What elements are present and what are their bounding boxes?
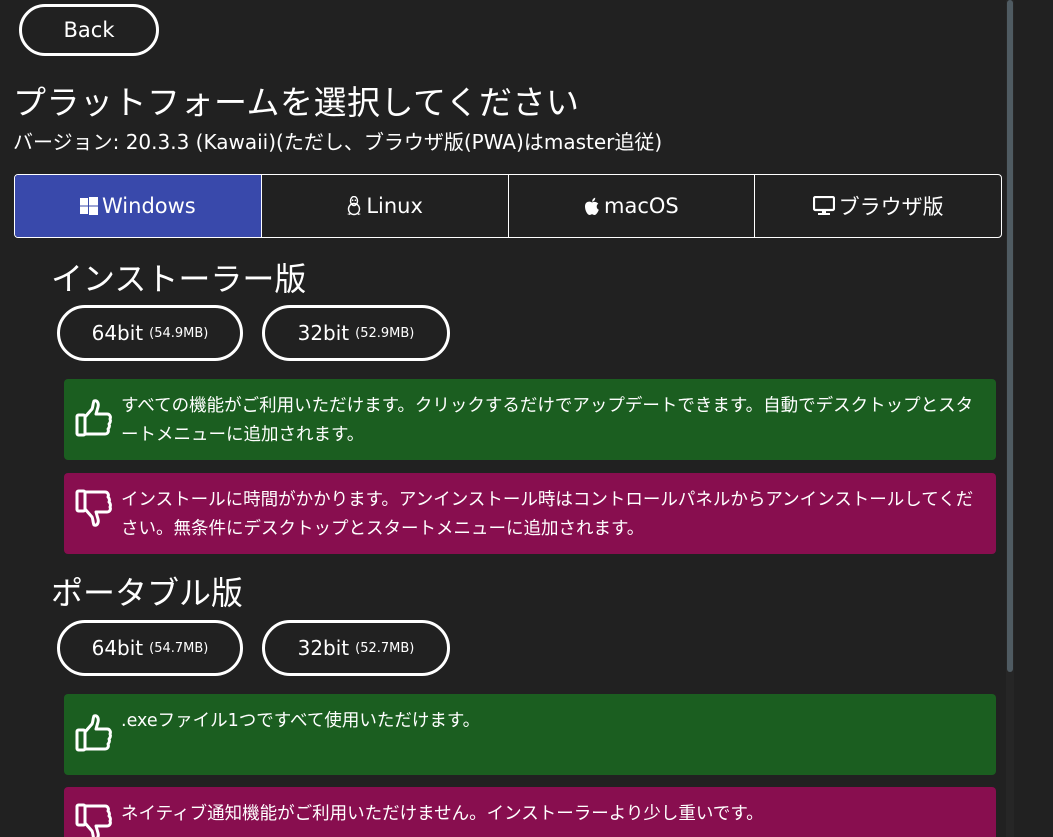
button-bits-label: 64bit: [91, 636, 144, 660]
apple-icon: [584, 197, 600, 216]
monitor-icon: [812, 196, 835, 216]
windows-icon: [80, 197, 98, 215]
portable-pro-text: .exeファイル1つですべて使用いただけます。: [121, 711, 481, 731]
tab-browser-label: ブラウザ版: [838, 195, 944, 219]
installer-64bit-button[interactable]: 64bit (54.9MB): [57, 305, 243, 361]
portable-con-text: ネイティブ通知機能がご利用いただけません。インストーラーより少し重いです。: [121, 804, 764, 824]
installer-pro-note: すべての機能がご利用いただけます。クリックするだけでアップデートできます。自動で…: [64, 379, 996, 460]
installer-con-text: インストールに時間がかかります。アンインストール時はコントロールパネルからアンイ…: [121, 490, 974, 539]
version-text: バージョン: 20.3.3 (Kawaii)(ただし、ブラウザ版(PWA)はma…: [13, 130, 663, 154]
button-bits-label: 32bit: [297, 636, 350, 660]
installer-pro-text: すべての機能がご利用いただけます。クリックするだけでアップデートできます。自動で…: [121, 396, 974, 445]
thumbs-down-icon: [74, 801, 114, 837]
portable-section-title: ポータブル版: [51, 574, 244, 612]
page-title: プラットフォームを選択してください: [13, 83, 580, 122]
page: Back プラットフォームを選択してください バージョン: 20.3.3 (Ka…: [0, 0, 1053, 837]
tab-macos-label: macOS: [604, 194, 679, 218]
portable-con-note: ネイティブ通知機能がご利用いただけません。インストーラーより少し重いです。: [64, 787, 996, 837]
tab-windows[interactable]: Windows: [15, 175, 262, 237]
scrollbar-thumb[interactable]: [1007, 0, 1013, 672]
tab-browser[interactable]: ブラウザ版: [755, 175, 1001, 237]
back-button[interactable]: Back: [19, 4, 159, 56]
installer-con-note: インストールに時間がかかります。アンインストール時はコントロールパネルからアンイ…: [64, 473, 996, 554]
portable-pro-note: .exeファイル1つですべて使用いただけます。: [64, 694, 996, 775]
thumbs-down-icon: [74, 487, 114, 529]
tab-linux-label: Linux: [366, 194, 423, 218]
installer-32bit-button[interactable]: 32bit (52.9MB): [262, 305, 450, 361]
thumbs-up-icon: [74, 397, 114, 439]
button-size-label: (54.7MB): [149, 640, 209, 656]
button-bits-label: 64bit: [91, 321, 144, 345]
installer-section-title: インストーラー版: [51, 260, 307, 298]
portable-64bit-button[interactable]: 64bit (54.7MB): [57, 620, 243, 676]
button-bits-label: 32bit: [297, 321, 350, 345]
platform-tabs: Windows Linux macOS ブラウザ版: [14, 174, 1002, 238]
thumbs-up-icon: [74, 712, 114, 754]
linux-icon: [346, 196, 362, 216]
button-size-label: (54.9MB): [149, 325, 209, 341]
tab-macos[interactable]: macOS: [509, 175, 756, 237]
portable-32bit-button[interactable]: 32bit (52.7MB): [262, 620, 450, 676]
tab-windows-label: Windows: [102, 194, 196, 218]
tab-linux[interactable]: Linux: [262, 175, 509, 237]
button-size-label: (52.9MB): [355, 325, 415, 341]
button-size-label: (52.7MB): [355, 640, 415, 656]
